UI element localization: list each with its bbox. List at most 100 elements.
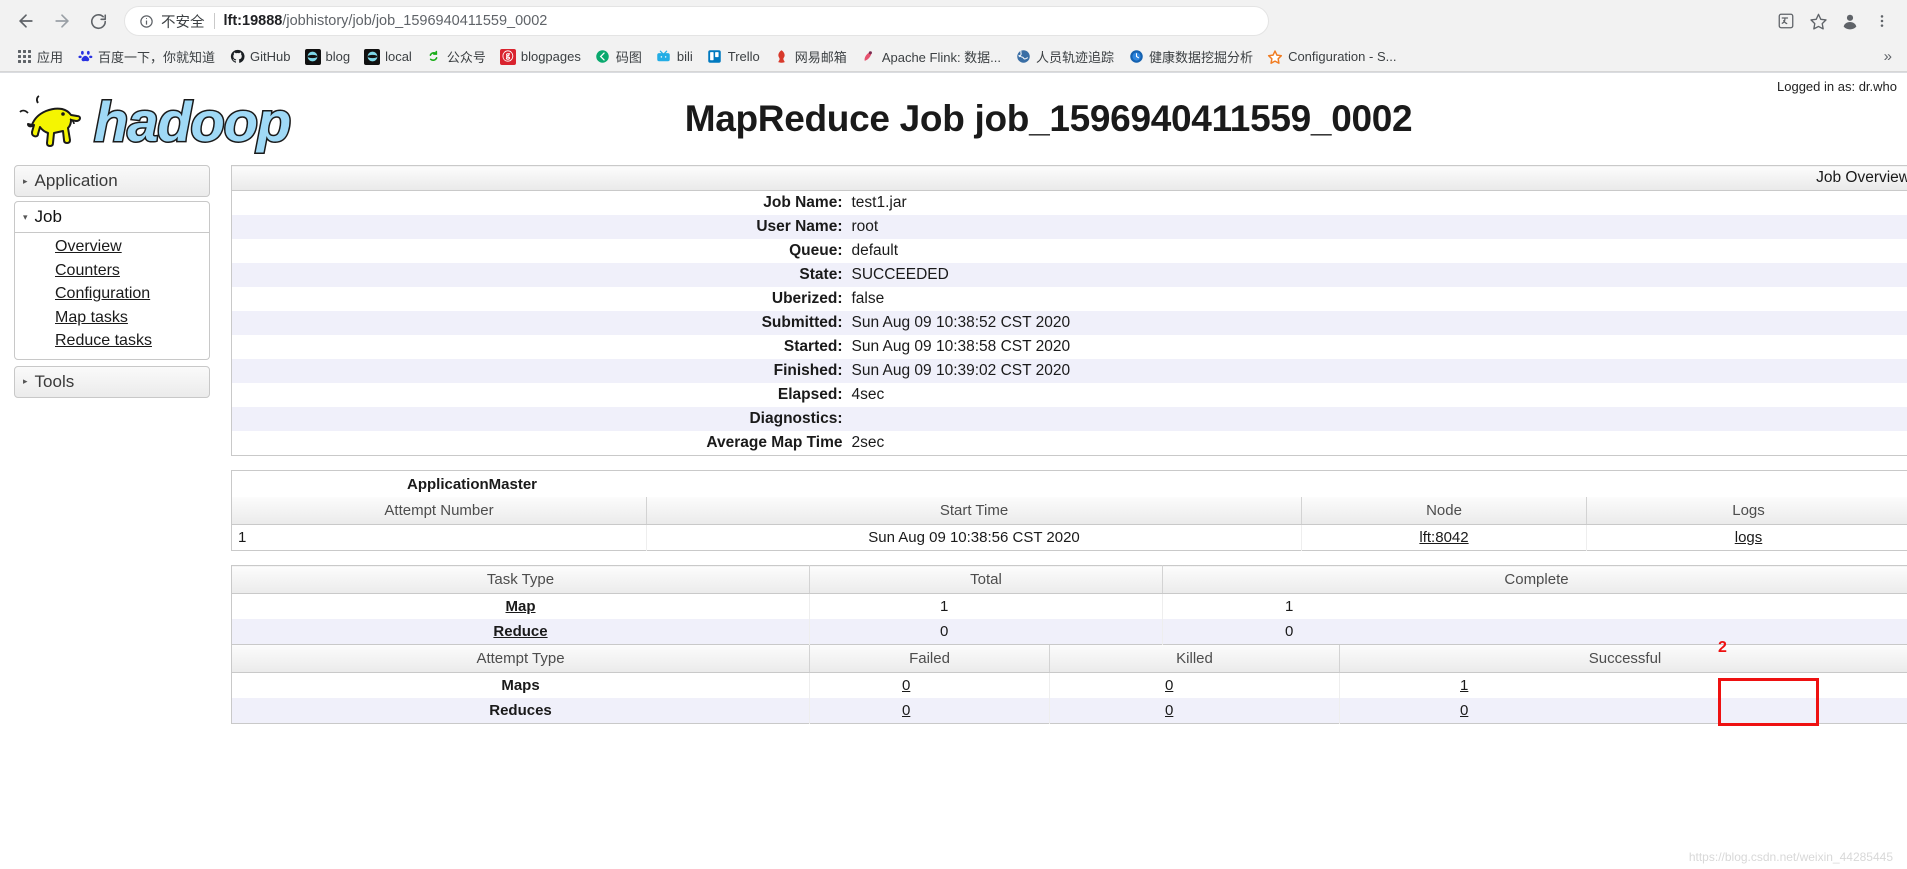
local-icon (364, 48, 381, 65)
svg-text:hadoop: hadoop (94, 90, 290, 153)
sidebar-group-label: Job (34, 207, 62, 226)
row-value: test1.jar (849, 190, 1907, 215)
bookmark-personnel-tracking[interactable]: 人员轨迹追踪 (1008, 45, 1121, 68)
job-overview-caption-row: Job Overview (231, 165, 1907, 191)
bookmarks-overflow-button[interactable]: » (1884, 48, 1898, 65)
sidebar-item-job[interactable]: ▾ Job (14, 201, 210, 233)
translate-icon[interactable] (1771, 6, 1801, 36)
table-row: Average Map Time 2sec (231, 431, 1907, 456)
table-row: Started: Sun Aug 09 10:38:58 CST 2020 (231, 335, 1907, 359)
cell-reduce-complete: 0 (1162, 619, 1907, 645)
am-title-row: ApplicationMaster (231, 470, 1907, 497)
table-row: Submitted: Sun Aug 09 10:38:52 CST 2020 (231, 311, 1907, 335)
row-value (849, 407, 1907, 431)
back-arrow-icon[interactable] (10, 5, 42, 37)
table-row: Map 1 1 (231, 593, 1907, 619)
sidebar-link-reduce-tasks[interactable]: Reduce tasks (15, 329, 209, 353)
sidebar-link-counters[interactable]: Counters (15, 259, 209, 283)
sidebar-link-overview[interactable]: Overview (15, 235, 209, 259)
bookmark-apache-flink[interactable]: Apache Flink: 数据... (854, 45, 1008, 68)
star-orange-icon (1267, 49, 1283, 65)
site-info-icon[interactable] (139, 14, 154, 29)
reduces-killed-link[interactable]: 0 (1165, 702, 1173, 719)
column-header-failed: Failed (809, 645, 1050, 673)
task-header-row: Task Type Total Complete (231, 565, 1907, 594)
bookmark-local[interactable]: local (357, 47, 419, 67)
row-label: Average Map Time (231, 431, 850, 456)
sidebar-group-label: Tools (34, 371, 75, 391)
maps-failed-link[interactable]: 0 (902, 677, 910, 694)
profile-avatar-icon[interactable] (1835, 6, 1865, 36)
row-value: Sun Aug 09 10:39:02 CST 2020 (849, 359, 1907, 383)
table-row: Elapsed: 4sec (231, 383, 1907, 407)
cell-start-time: Sun Aug 09 10:38:56 CST 2020 (646, 524, 1302, 551)
reload-icon[interactable] (82, 5, 114, 37)
hadoop-logo[interactable]: hadoop (0, 79, 390, 159)
three-dot-menu-icon[interactable] (1867, 6, 1897, 36)
row-label: Diagnostics: (231, 407, 850, 431)
bilibili-icon (656, 49, 672, 65)
sidebar-group-label: Application (34, 171, 118, 190)
cell-map-total: 1 (809, 593, 1163, 619)
blogpages-icon: ⓖ (499, 48, 516, 65)
bookmark-gongzhonghao[interactable]: 公众号 (419, 45, 493, 68)
task-type-map-link[interactable]: Map (506, 598, 536, 615)
sidebar-item-tools[interactable]: ▸ Tools (14, 365, 210, 398)
status-badge: SUCCEEDED (849, 263, 1907, 287)
bookmark-label: bili (676, 49, 693, 64)
table-row: User Name: root (231, 215, 1907, 239)
column-header-task-type: Task Type (231, 565, 810, 594)
cell-attempt-number: 1 (231, 524, 647, 551)
table-row: Uberized: false (231, 287, 1907, 311)
bookmark-blogpages[interactable]: ⓖ blogpages (493, 47, 588, 67)
application-master-table: ApplicationMaster Attempt Number Start T… (231, 470, 1907, 551)
bookmark-baidu[interactable]: 百度一下，你就知道 (70, 45, 222, 68)
bookmark-health-data[interactable]: 健康数据挖掘分析 (1121, 45, 1260, 68)
cell-map-complete: 1 (1162, 593, 1907, 619)
reduces-successful-link[interactable]: 0 (1460, 702, 1468, 719)
watermark-text: https://blog.csdn.net/weixin_44285445 (1688, 850, 1893, 864)
netease-mail-icon (774, 49, 790, 65)
bookmark-label: 公众号 (446, 50, 486, 65)
sidebar-job-links: Overview Counters Configuration Map task… (14, 233, 210, 360)
bookmark-github[interactable]: GitHub (222, 47, 297, 67)
bookmark-bilibili[interactable]: bili (649, 47, 700, 67)
matu-icon (595, 49, 611, 65)
column-header-node: Node (1301, 497, 1587, 525)
am-header-row: Attempt Number Start Time Node Logs (231, 497, 1907, 525)
bookmark-apps[interactable]: 应用 (9, 45, 70, 68)
attempt-header-row: Attempt Type Failed Killed Successful (231, 645, 1907, 673)
bookmark-netease-mail[interactable]: 网易邮箱 (767, 45, 854, 68)
sidebar-link-map-tasks[interactable]: Map tasks (15, 306, 209, 330)
row-value: 2sec (849, 431, 1907, 456)
column-header-complete: Complete (1162, 565, 1907, 594)
bookmark-label: 码图 (615, 50, 642, 65)
task-type-reduce-link[interactable]: Reduce (493, 623, 547, 640)
sidebar-link-configuration[interactable]: Configuration (15, 282, 209, 306)
row-label: Elapsed: (231, 383, 850, 407)
page-header: hadoop MapReduce Job job_1596940411559_0… (0, 73, 1907, 159)
bookmark-label: blogpages (520, 49, 581, 64)
logs-link[interactable]: logs (1735, 529, 1763, 546)
sidebar-item-application[interactable]: ▸ Application (14, 165, 210, 197)
table-row: Reduces 0 0 0 (231, 698, 1907, 724)
bookmark-blog[interactable]: blog (298, 47, 358, 67)
bookmark-label: Apache Flink: 数据... (881, 50, 1002, 65)
blog-icon (304, 48, 321, 65)
bookmark-configuration[interactable]: Configuration - S... (1260, 47, 1403, 67)
bookmark-trello[interactable]: Trello (700, 47, 767, 67)
bookmark-label: 网易邮箱 (794, 50, 847, 65)
reduces-failed-link[interactable]: 0 (902, 702, 910, 719)
bookmark-matu[interactable]: 码图 (588, 45, 649, 68)
bookmark-label: Trello (727, 49, 760, 64)
star-icon[interactable] (1803, 6, 1833, 36)
address-bar[interactable]: 不安全 lft:19888/jobhistory/job/job_1596940… (124, 6, 1269, 36)
maps-killed-link[interactable]: 0 (1165, 677, 1173, 694)
column-header-successful: Successful (1339, 645, 1907, 673)
forward-arrow-icon[interactable] (46, 5, 78, 37)
maps-successful-link[interactable]: 1 (1460, 677, 1468, 694)
cell-reduce-total: 0 (809, 619, 1163, 645)
node-link[interactable]: lft:8042 (1419, 529, 1468, 546)
row-label: Job Name: (231, 190, 850, 215)
column-header-attempt-number: Attempt Number (231, 497, 647, 525)
